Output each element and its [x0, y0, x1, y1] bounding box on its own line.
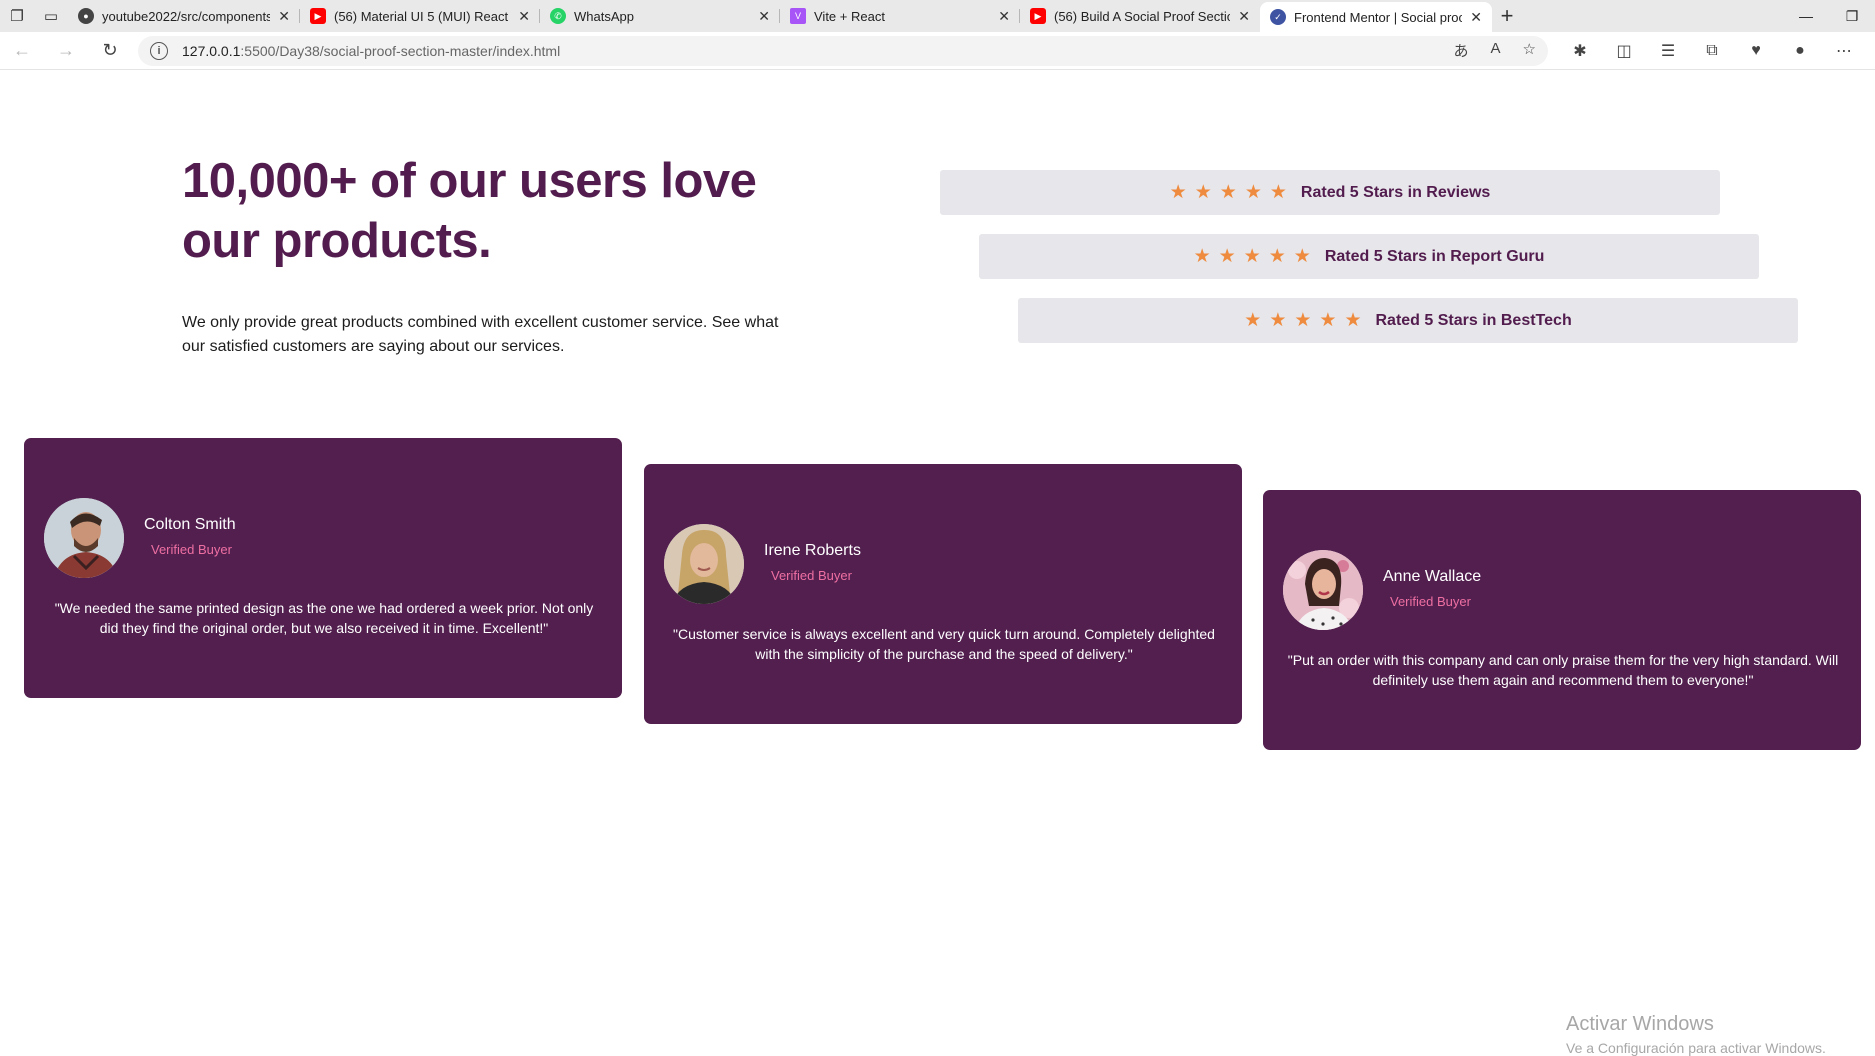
star-icon: ★: [1344, 310, 1362, 331]
back-icon[interactable]: ←: [0, 32, 44, 70]
hero-title: 10,000+ of our users love our products.: [182, 154, 757, 268]
browser-tab-strip: ❐ ▭ ● youtube2022/src/components/A ✕ ▶ (…: [0, 0, 1875, 32]
site-info-icon[interactable]: i: [150, 41, 168, 60]
tab-actions-icon[interactable]: ▭: [34, 0, 68, 32]
star-icon: ★: [1194, 182, 1212, 203]
tab-frontend-mentor[interactable]: ✓ Frontend Mentor | Social proof s ✕: [1260, 2, 1492, 32]
rating-label: Rated 5 Stars in BestTech: [1375, 311, 1572, 329]
testimonial-quote: "Customer service is always excellent an…: [673, 626, 1215, 662]
tab-title: (56) Material UI 5 (MUI) React Tu: [334, 8, 511, 24]
testimonial-card: Anne Wallace Verified Buyer "Put an orde…: [1263, 490, 1861, 750]
hero-description: We only provide great products combined …: [182, 314, 779, 355]
star-icon: ★: [1269, 182, 1287, 203]
avatar: [664, 524, 744, 604]
close-tab-icon[interactable]: ✕: [1470, 9, 1482, 26]
tab-title: Frontend Mentor | Social proof s: [1294, 9, 1463, 25]
testimonial-quote: "We needed the same printed design as th…: [54, 600, 594, 636]
avatar: [44, 498, 124, 578]
tab-whatsapp[interactable]: ✆ WhatsApp ✕: [540, 0, 780, 32]
verified-badge: Verified Buyer: [1390, 594, 1471, 609]
github-icon: ●: [78, 8, 94, 24]
browser-essentials-icon[interactable]: ♥: [1734, 32, 1778, 70]
star-icon: ★: [1219, 182, 1237, 203]
profile-icon[interactable]: ●: [1778, 32, 1822, 70]
close-tab-icon[interactable]: ✕: [998, 8, 1010, 25]
vite-icon: V: [790, 8, 806, 24]
address-bar[interactable]: i 127.0.0.1:5500/Day38/social-proof-sect…: [138, 35, 1548, 66]
minimize-icon[interactable]: —: [1783, 0, 1829, 32]
reviewer-name: Irene Roberts: [764, 542, 861, 559]
star-icon: ★: [1244, 310, 1262, 331]
star-rating: ★ ★ ★ ★ ★: [1194, 247, 1311, 266]
restore-icon[interactable]: ❐: [1829, 0, 1875, 32]
watermark-title: Activar Windows: [1566, 1013, 1714, 1035]
new-tab-button[interactable]: +: [1492, 0, 1522, 32]
verified-badge: Verified Buyer: [151, 542, 232, 557]
star-icon: ★: [1193, 246, 1211, 267]
star-rating: ★ ★ ★ ★ ★: [1244, 311, 1361, 330]
tab-youtube-mui[interactable]: ▶ (56) Material UI 5 (MUI) React Tu ✕: [300, 0, 540, 32]
translate-icon[interactable]: あ: [1454, 40, 1469, 61]
windows-activation-watermark: Activar Windows Ve a Configuración para …: [1566, 1013, 1826, 1056]
tab-youtube-social-proof[interactable]: ▶ (56) Build A Social Proof Section ✕: [1020, 0, 1260, 32]
youtube-icon: ▶: [310, 8, 326, 24]
favorite-star-icon[interactable]: ☆: [1523, 40, 1536, 61]
forward-icon[interactable]: →: [44, 32, 88, 70]
browser-toolbar: ← → ↻ i 127.0.0.1:5500/Day38/social-proo…: [0, 32, 1875, 70]
frontend-mentor-icon: ✓: [1270, 9, 1286, 25]
page-content: 10,000+ of our users love our products. …: [4, 71, 1875, 1056]
star-icon: ★: [1169, 182, 1187, 203]
tab-vite[interactable]: V Vite + React ✕: [780, 0, 1020, 32]
reviewer-name: Colton Smith: [144, 516, 236, 533]
window-controls: — ❐: [1783, 0, 1875, 32]
star-icon: ★: [1243, 246, 1261, 267]
tab-title: WhatsApp: [574, 8, 634, 24]
rating-label: Rated 5 Stars in Reviews: [1300, 183, 1491, 201]
favorites-icon[interactable]: ☰: [1646, 32, 1690, 70]
collections-icon[interactable]: ⧉: [1690, 32, 1734, 70]
verified-badge: Verified Buyer: [771, 568, 852, 583]
star-icon: ★: [1268, 246, 1286, 267]
tab-title: Vite + React: [814, 8, 885, 24]
avatar-colton-image: [44, 498, 124, 578]
watermark-subtitle: Ve a Configuración para activar Windows.: [1566, 1040, 1826, 1056]
rating-label: Rated 5 Stars in Report Guru: [1324, 247, 1545, 265]
star-icon: ★: [1269, 310, 1287, 331]
star-icon: ★: [1319, 310, 1337, 331]
workspaces-icon[interactable]: ❐: [0, 0, 34, 32]
rating-report-guru: ★ ★ ★ ★ ★ Rated 5 Stars in Report Guru: [979, 234, 1759, 279]
tab-title: (56) Build A Social Proof Section: [1054, 8, 1231, 24]
tab-title: youtube2022/src/components/A: [102, 8, 271, 24]
more-options-icon[interactable]: ⋯: [1822, 32, 1866, 70]
whatsapp-icon: ✆: [550, 8, 566, 24]
star-icon: ★: [1294, 310, 1312, 331]
avatar: [1283, 550, 1363, 630]
rating-reviews: ★ ★ ★ ★ ★ Rated 5 Stars in Reviews: [940, 170, 1720, 215]
read-aloud-icon[interactable]: A: [1491, 40, 1501, 61]
close-tab-icon[interactable]: ✕: [1238, 8, 1250, 25]
avatar-anne-image: [1283, 550, 1363, 630]
testimonial-card: Colton Smith Verified Buyer "We needed t…: [24, 438, 622, 698]
split-screen-icon[interactable]: ◫: [1602, 32, 1646, 70]
url-path: :5500/Day38/social-proof-section-master/…: [240, 42, 561, 59]
star-icon: ★: [1244, 182, 1262, 203]
avatar-irene-image: [664, 524, 744, 604]
testimonial-card: Irene Roberts Verified Buyer "Customer s…: [644, 464, 1242, 724]
extensions-icon[interactable]: ✱: [1558, 32, 1602, 70]
tab-github[interactable]: ● youtube2022/src/components/A ✕: [68, 0, 300, 32]
testimonial-quote: "Put an order with this company and can …: [1287, 652, 1839, 688]
star-rating: ★ ★ ★ ★ ★: [1170, 183, 1287, 202]
close-tab-icon[interactable]: ✕: [518, 8, 530, 25]
reviewer-name: Anne Wallace: [1383, 568, 1482, 585]
rating-besttech: ★ ★ ★ ★ ★ Rated 5 Stars in BestTech: [1018, 298, 1798, 343]
star-icon: ★: [1293, 246, 1311, 267]
youtube-icon: ▶: [1030, 8, 1046, 24]
close-tab-icon[interactable]: ✕: [278, 8, 290, 25]
refresh-icon[interactable]: ↻: [88, 32, 132, 70]
close-tab-icon[interactable]: ✕: [758, 8, 770, 25]
url-host: 127.0.0.1: [182, 42, 241, 59]
star-icon: ★: [1218, 246, 1236, 267]
